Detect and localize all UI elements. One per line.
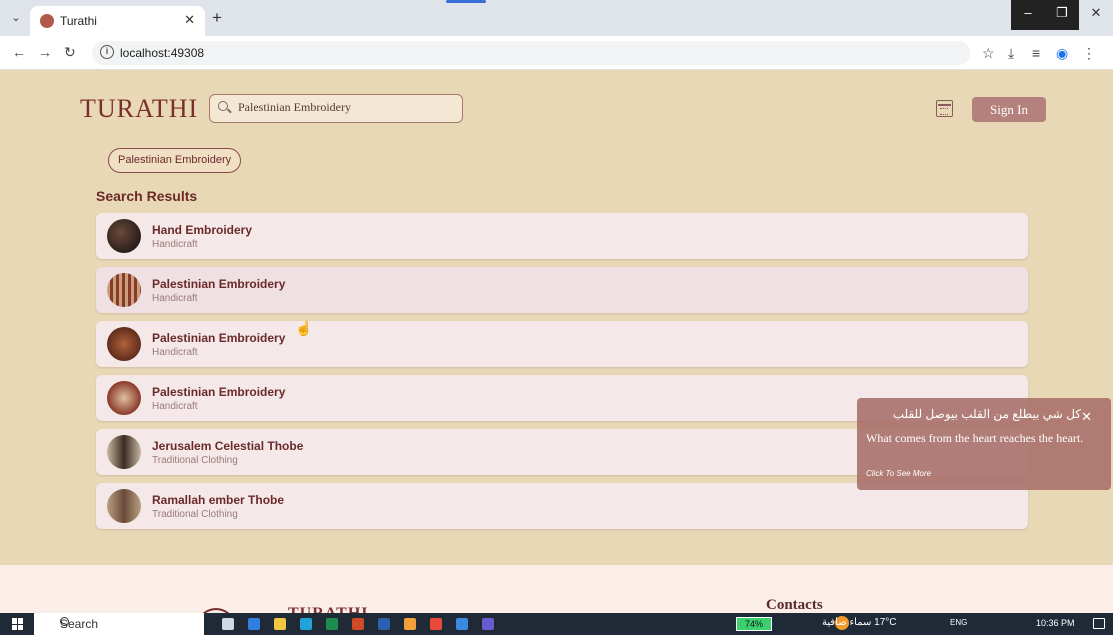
window-close-button[interactable]: ✕ [1079, 0, 1113, 30]
toast-arabic-text: كل شي بيطلع من القلب بيوصل للقلب [892, 407, 1081, 421]
windows-start-icon[interactable] [12, 618, 24, 630]
result-thumbnail [107, 219, 141, 253]
search-input[interactable] [238, 100, 458, 115]
back-arrow-icon[interactable]: ← [12, 44, 26, 60]
result-card[interactable]: Palestinian Embroidery Handicraft [96, 267, 1028, 313]
result-thumbnail [107, 489, 141, 523]
bookmark-star-icon[interactable]: ☆ [982, 45, 995, 62]
tab-strip-indicator [446, 0, 486, 3]
forward-arrow-icon[interactable]: → [38, 44, 52, 60]
quote-toast[interactable]: كل شي بيطلع من القلب بيوصل للقلب ✕ What … [857, 398, 1111, 490]
results-heading: Search Results [96, 188, 198, 204]
download-icon[interactable]: ⤓ [1008, 45, 1014, 62]
window-controls: – ❐ ✕ [1011, 0, 1113, 30]
notification-icon[interactable] [1093, 618, 1105, 629]
result-category: Handicraft [152, 347, 198, 358]
taskbar: Search 74% 17°C سماء صافية ENG 10:36 PM [0, 613, 1113, 635]
edge-icon[interactable] [300, 618, 312, 630]
app-icon[interactable] [248, 618, 260, 630]
taskbar-search-label: Search [60, 617, 99, 631]
file-explorer-icon[interactable] [274, 618, 286, 630]
result-category: Handicraft [152, 401, 198, 412]
taskbar-apps [222, 618, 494, 630]
search-icon [218, 101, 228, 111]
battery-indicator[interactable]: 74% [736, 617, 772, 631]
result-title: Hand Embroidery [152, 223, 253, 237]
contacts-heading: Contacts [766, 597, 823, 613]
chrome-icon[interactable] [430, 618, 442, 630]
result-thumbnail [107, 381, 141, 415]
hand-cursor-icon: ☝ [295, 320, 313, 336]
app-icon[interactable] [482, 618, 494, 630]
page-content: TURATHI Sign In Palestinian Embroidery S… [0, 70, 1113, 613]
result-card[interactable]: Palestinian Embroidery Handicraft [96, 321, 1028, 367]
footer-logo: TURATHI [288, 605, 369, 613]
address-bar-row: ← → ↻ i localhost:49308 ☆ ⤓ ≡ ◉ ⋮ [0, 36, 1113, 70]
search-field[interactable] [209, 94, 463, 123]
vscode-icon[interactable] [456, 618, 468, 630]
taskbar-search[interactable]: Search [34, 613, 204, 635]
see-more-link[interactable]: Click To See More [866, 469, 931, 478]
excel-icon[interactable] [326, 618, 338, 630]
task-view-icon[interactable] [222, 618, 234, 630]
maximize-button[interactable]: ❐ [1045, 0, 1079, 30]
result-category: Traditional Clothing [152, 509, 238, 520]
profile-icon[interactable]: ◉ [1056, 45, 1068, 62]
clock[interactable]: 10:36 PM [1036, 618, 1075, 628]
menu-kebab-icon[interactable]: ⋮ [1082, 45, 1096, 62]
powerpoint-icon[interactable] [352, 618, 364, 630]
reading-list-icon[interactable]: ≡ [1032, 45, 1040, 61]
url-field[interactable]: i localhost:49308 [92, 41, 970, 65]
browser-tab[interactable]: Turathi ✕ [30, 6, 205, 36]
tab-close-icon[interactable]: ✕ [184, 12, 195, 28]
minimize-button[interactable]: – [1011, 0, 1045, 30]
tab-list-chevron-icon[interactable]: ⌄ [8, 10, 24, 26]
tab-title: Turathi [60, 14, 97, 28]
result-category: Traditional Clothing [152, 455, 238, 466]
reload-icon[interactable]: ↻ [64, 44, 76, 61]
site-logo[interactable]: TURATHI [80, 94, 198, 124]
weather-text[interactable]: 17°C سماء صافية [822, 617, 897, 628]
result-category: Handicraft [152, 239, 198, 250]
favicon-icon [40, 14, 54, 28]
result-title: Palestinian Embroidery [152, 385, 286, 399]
footer: TURATHI Contacts [0, 565, 1113, 613]
new-tab-button[interactable]: + [212, 8, 222, 28]
result-category: Handicraft [152, 293, 198, 304]
toast-english-text: What comes from the heart reaches the he… [866, 431, 1084, 445]
result-title: Palestinian Embroidery [152, 331, 286, 345]
sign-in-button[interactable]: Sign In [972, 97, 1046, 122]
system-tray-lang[interactable]: ENG [950, 618, 967, 627]
site-info-icon[interactable]: i [100, 45, 114, 59]
app-icon[interactable] [404, 618, 416, 630]
result-title: Palestinian Embroidery [152, 277, 286, 291]
result-title: Ramallah ember Thobe [152, 493, 285, 507]
calendar-icon[interactable] [936, 100, 953, 117]
result-title: Jerusalem Celestial Thobe [152, 439, 304, 453]
result-thumbnail [107, 327, 141, 361]
url-text: localhost:49308 [120, 46, 205, 60]
word-icon[interactable] [378, 618, 390, 630]
result-thumbnail [107, 435, 141, 469]
filter-chip[interactable]: Palestinian Embroidery [108, 148, 242, 173]
browser-tab-bar: ⌄ Turathi ✕ + – ❐ ✕ [0, 0, 1113, 36]
result-card[interactable]: Hand Embroidery Handicraft [96, 213, 1028, 259]
close-icon[interactable]: ✕ [1081, 409, 1092, 425]
result-thumbnail [107, 273, 141, 307]
